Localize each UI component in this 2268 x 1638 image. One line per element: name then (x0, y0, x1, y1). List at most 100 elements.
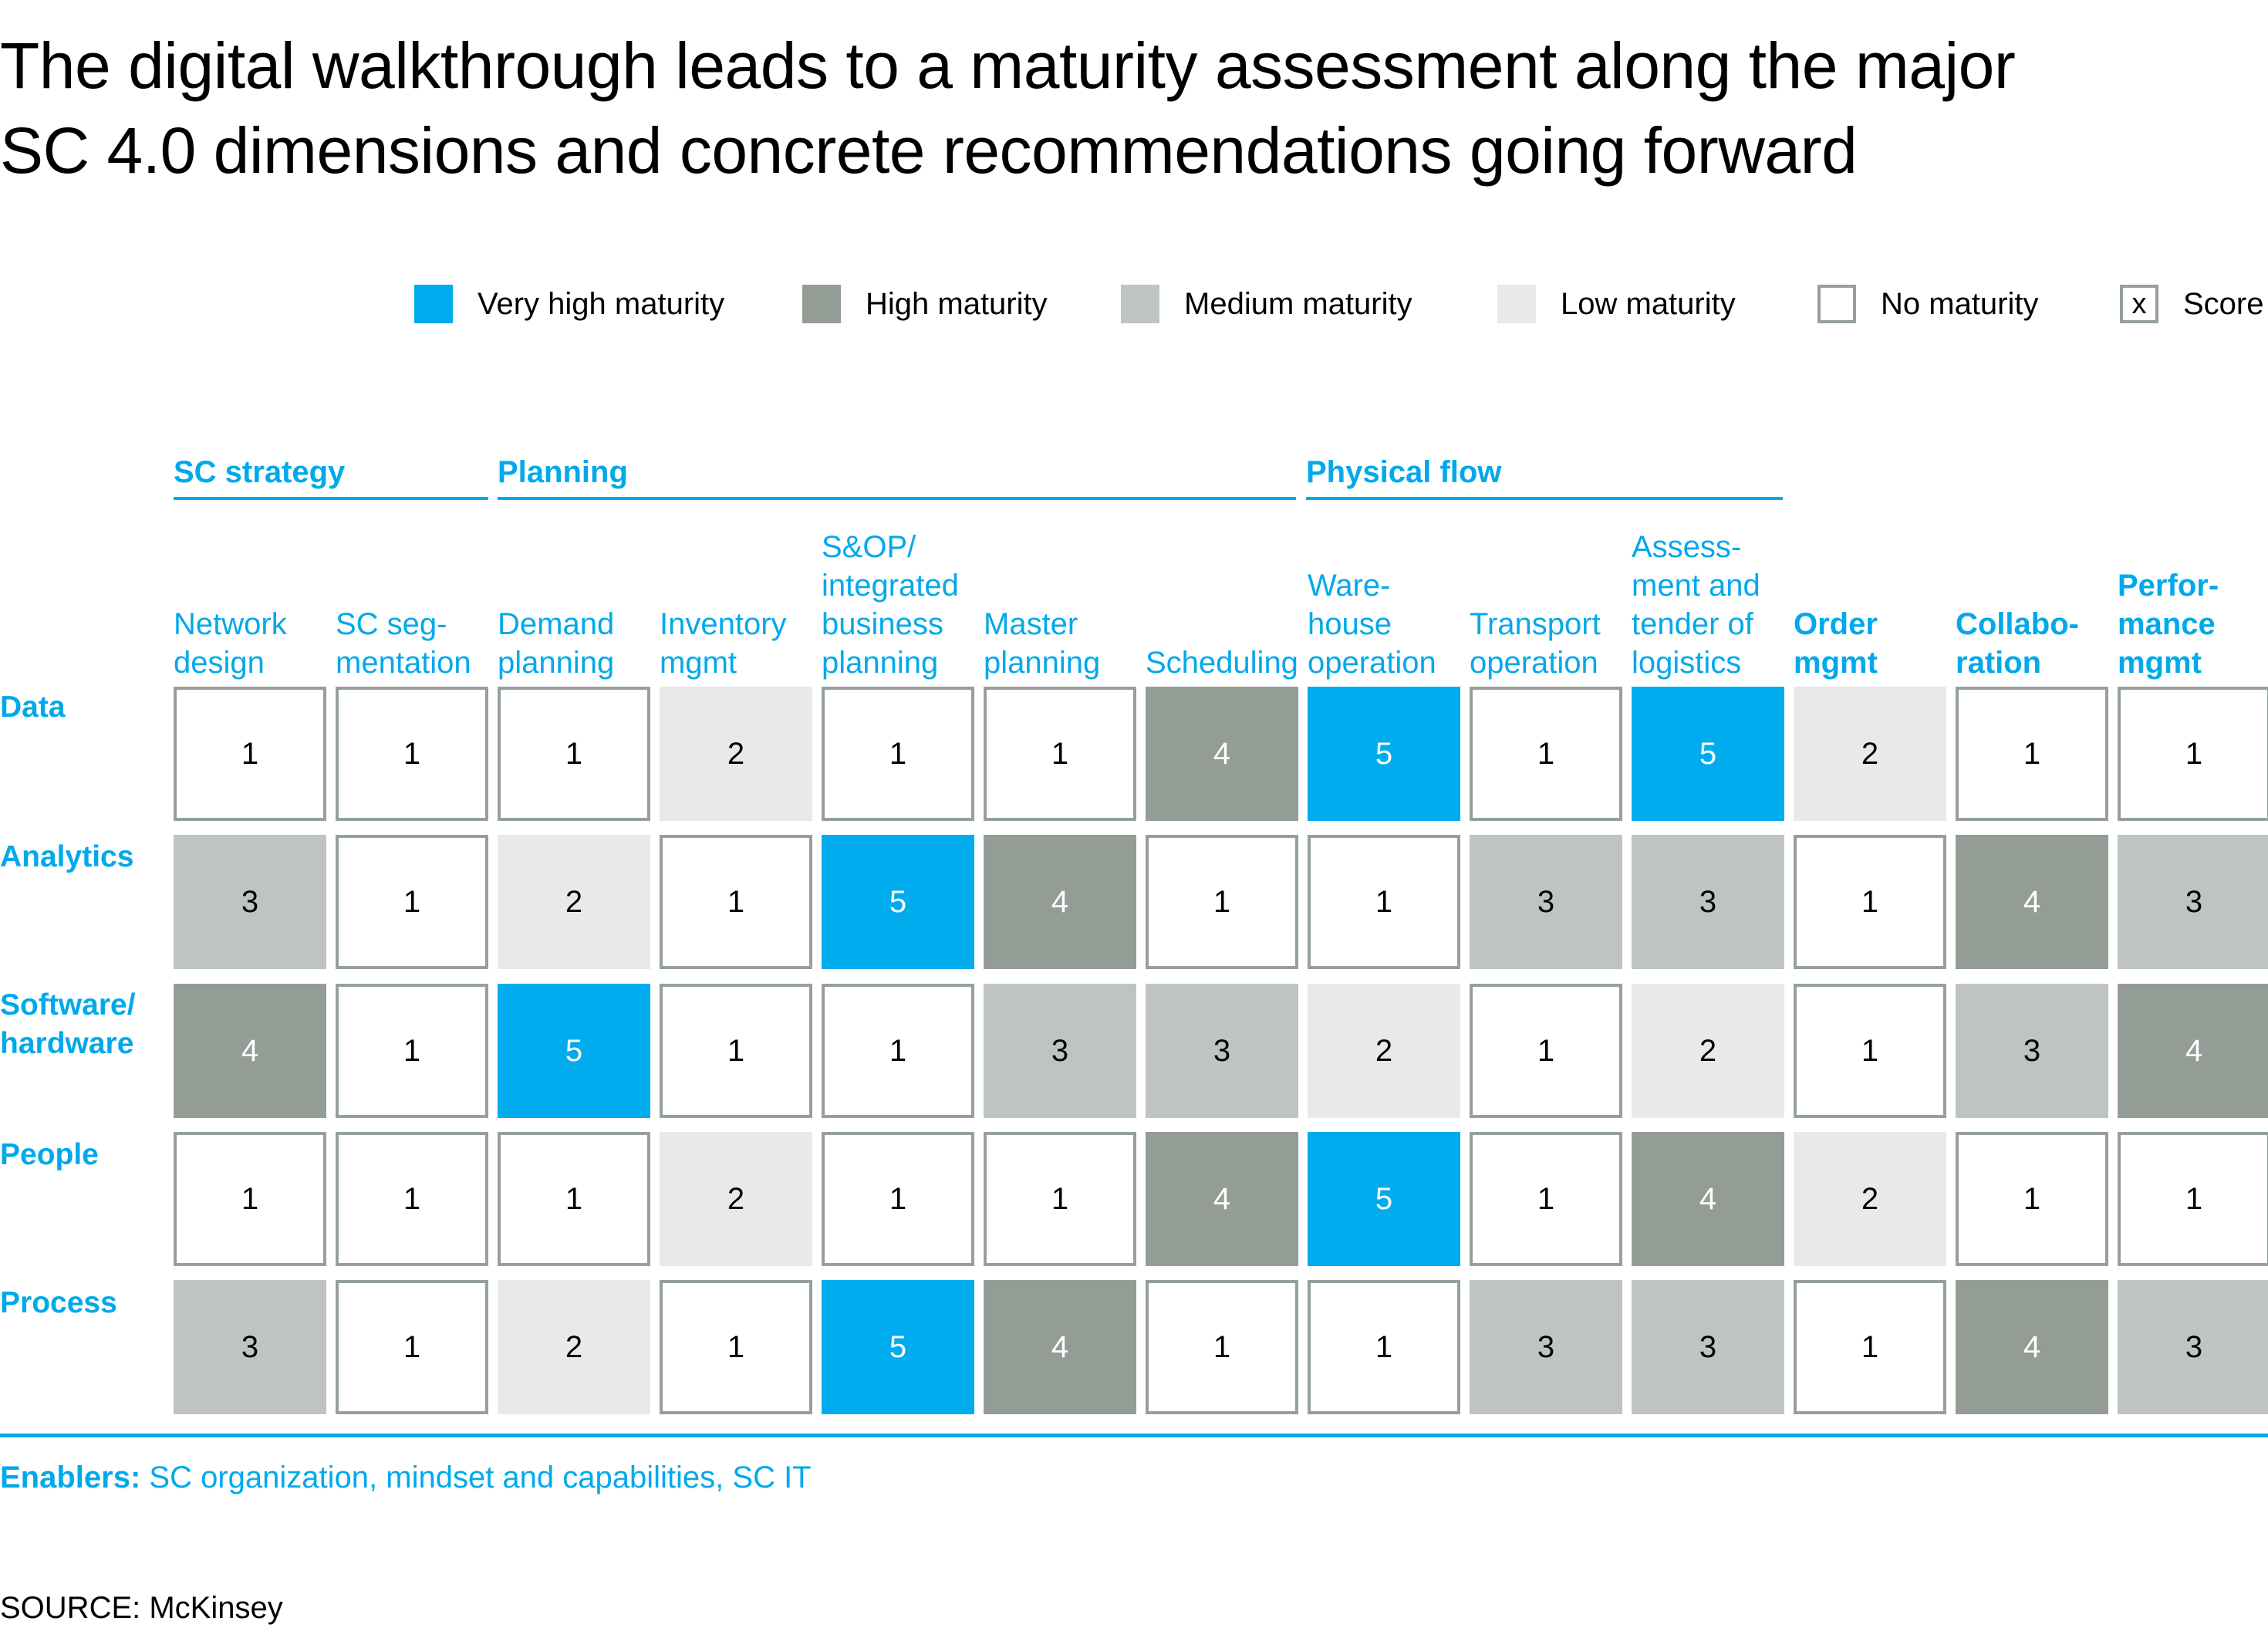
score-cell: 1 (660, 1280, 812, 1414)
score-cell: 1 (1146, 835, 1298, 969)
score-cell: 3 (2118, 1280, 2268, 1414)
group-header-sc-strategy: SC strategy (174, 452, 488, 500)
enablers-label: Enablers: (0, 1461, 141, 1494)
title-line-1: The digital walkthrough leads to a matur… (0, 29, 2016, 102)
score-cell: 2 (1308, 984, 1460, 1118)
score-cell: 1 (1956, 1132, 2108, 1266)
score-cell: 1 (1794, 835, 1946, 969)
score-cell: 1 (660, 984, 812, 1118)
page-title: The digital walkthrough leads to a matur… (0, 23, 2016, 193)
score-cell: 4 (174, 984, 326, 1118)
row-header: Process (0, 1286, 117, 1319)
legend: Very high maturity High maturity Medium … (0, 282, 2268, 326)
column-header: SC seg- mentation (336, 607, 471, 680)
column-header: Assess- ment and tender of logistics (1632, 530, 1760, 680)
score-cell: 1 (1470, 984, 1622, 1118)
score-cell: 1 (1794, 1280, 1946, 1414)
score-cell: 1 (822, 687, 974, 821)
column-header: Demand planning (498, 607, 615, 680)
score-cell: 2 (1794, 1132, 1946, 1266)
legend-label: No maturity (1881, 286, 2039, 321)
score-cell: 4 (984, 1280, 1136, 1414)
score-cell: 1 (1470, 1132, 1622, 1266)
score-cell: 1 (984, 1132, 1136, 1266)
score-cell: 5 (822, 1280, 974, 1414)
score-cell: 1 (2118, 1132, 2268, 1266)
legend-label: Low maturity (1561, 286, 1736, 321)
legend-swatch-high (802, 285, 841, 323)
column-header: Scheduling (1146, 646, 1298, 680)
score-cell: 3 (1470, 1280, 1622, 1414)
group-label: Physical flow (1306, 455, 1502, 489)
column-header: Master planning (984, 607, 1101, 680)
legend-label: High maturity (866, 286, 1048, 321)
score-cell: 3 (1956, 984, 2108, 1118)
divider-line (0, 1434, 2268, 1437)
group-label: Planning (498, 455, 628, 489)
column-header: Network design (174, 607, 287, 680)
score-cell: 1 (336, 835, 488, 969)
score-cell: 1 (336, 1280, 488, 1414)
legend-swatch-score: x (2120, 285, 2158, 323)
score-cell: 5 (498, 984, 650, 1118)
score-cell: 1 (336, 984, 488, 1118)
legend-swatch-low (1497, 285, 1536, 323)
score-cell: 3 (1470, 835, 1622, 969)
legend-label: Medium maturity (1184, 286, 1412, 321)
score-cell: 4 (984, 835, 1136, 969)
score-cell: 4 (1146, 1132, 1298, 1266)
row-header: Software/ hardware (0, 988, 136, 1060)
score-cell: 1 (1146, 1280, 1298, 1414)
row-header: Analytics (0, 840, 134, 873)
score-cell: 1 (660, 835, 812, 969)
score-cell: 5 (1308, 687, 1460, 821)
score-cell: 1 (1308, 835, 1460, 969)
score-cell: 4 (1956, 835, 2108, 969)
row-header: Data (0, 691, 66, 724)
score-cell: 3 (174, 1280, 326, 1414)
score-cell: 1 (1956, 687, 2108, 821)
score-cell: 2 (1794, 687, 1946, 821)
score-cell: 1 (174, 1132, 326, 1266)
legend-item-score: x Score (2120, 282, 2264, 326)
score-cell: 2 (498, 1280, 650, 1414)
column-header: S&OP/ integrated business planning (822, 530, 959, 680)
column-header: Ware- house operation (1308, 569, 1436, 680)
score-cell: 4 (1956, 1280, 2108, 1414)
score-cell: 1 (984, 687, 1136, 821)
source-note: SOURCE: McKinsey (0, 1591, 283, 1625)
score-cell: 3 (174, 835, 326, 969)
score-cell: 3 (984, 984, 1136, 1118)
row-header: People (0, 1138, 99, 1171)
score-cell: 5 (1308, 1132, 1460, 1266)
column-header: Collabo- ration (1956, 607, 2079, 680)
score-cell: 2 (1632, 984, 1784, 1118)
score-cell: 1 (822, 1132, 974, 1266)
legend-swatch-none (1817, 285, 1856, 323)
score-cell: 4 (1632, 1132, 1784, 1266)
legend-item-low: Low maturity (1497, 282, 1736, 326)
legend-item-high: High maturity (802, 282, 1048, 326)
legend-swatch-medium (1121, 285, 1159, 323)
score-cell: 2 (660, 687, 812, 821)
score-cell: 3 (2118, 835, 2268, 969)
score-cell: 5 (822, 835, 974, 969)
legend-item-very-high: Very high maturity (414, 282, 724, 326)
score-cell: 4 (1146, 687, 1298, 821)
score-cell: 2 (660, 1132, 812, 1266)
score-cell: 3 (1146, 984, 1298, 1118)
legend-label: Very high maturity (478, 286, 725, 321)
legend-item-none: No maturity (1817, 282, 2039, 326)
legend-swatch-very-high (414, 285, 453, 323)
enablers-note: Enablers: SC organization, mindset and c… (0, 1461, 812, 1495)
column-header: Perfor- mance mgmt (2118, 569, 2219, 680)
score-cell: 3 (1632, 835, 1784, 969)
column-header: Transport operation (1470, 607, 1601, 680)
score-cell: 1 (1794, 984, 1946, 1118)
legend-label: Score (2183, 286, 2264, 321)
score-cell: 1 (498, 687, 650, 821)
score-cell: 1 (1308, 1280, 1460, 1414)
score-cell: 2 (498, 835, 650, 969)
column-header: Order mgmt (1794, 607, 1878, 680)
column-header: Inventory mgmt (660, 607, 787, 680)
